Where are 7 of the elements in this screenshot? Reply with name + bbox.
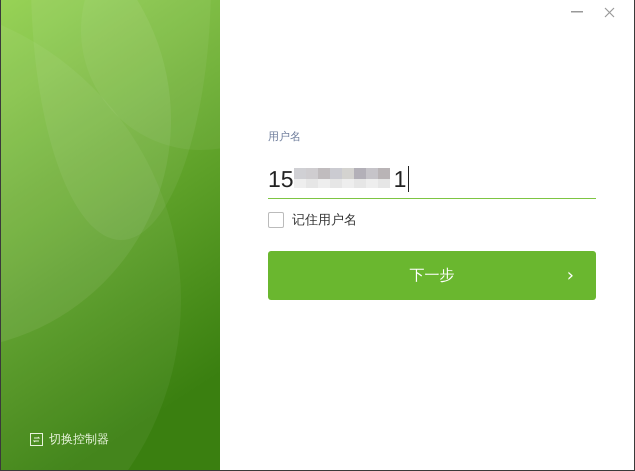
switch-icon — [30, 433, 43, 446]
close-icon — [604, 6, 614, 18]
minimize-icon — [571, 11, 583, 13]
switch-controller-link[interactable]: 切换控制器 — [30, 431, 220, 448]
field-label: 用户名 — [268, 129, 302, 144]
username-field[interactable]: 15 1 — [268, 160, 596, 199]
remember-username-checkbox[interactable]: 记住用户名 — [268, 211, 596, 229]
